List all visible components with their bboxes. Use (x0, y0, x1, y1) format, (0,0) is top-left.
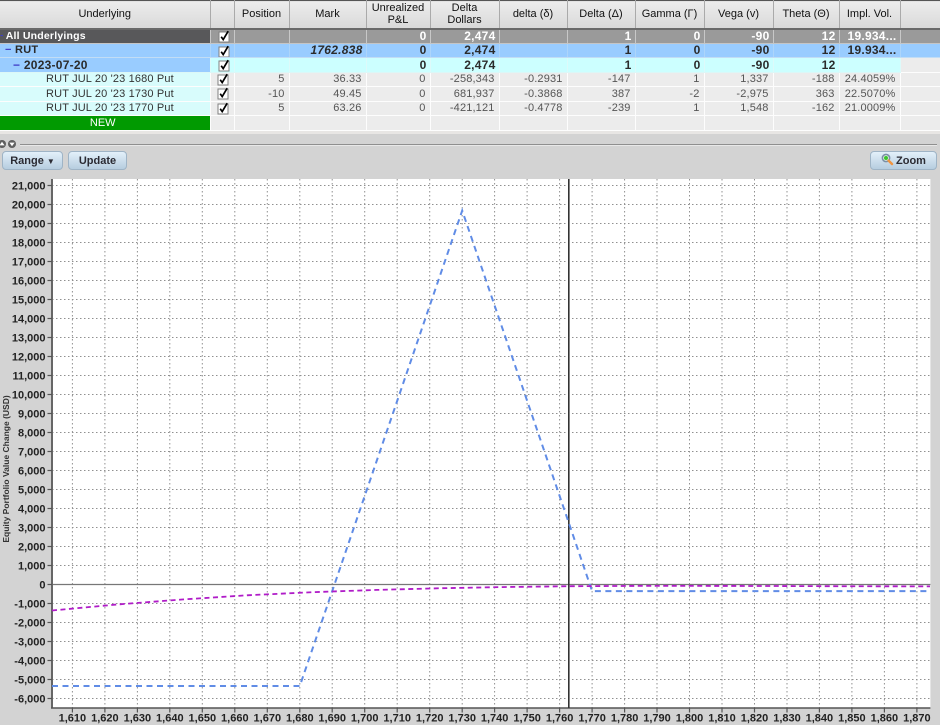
svg-text:1,640: 1,640 (156, 713, 184, 725)
svg-text:1,850: 1,850 (838, 713, 866, 725)
svg-text:-3,000: -3,000 (14, 637, 45, 649)
svg-text:1,750: 1,750 (513, 713, 541, 725)
svg-text:1,790: 1,790 (643, 713, 671, 725)
svg-text:17,000: 17,000 (12, 257, 46, 269)
svg-text:1,720: 1,720 (416, 713, 444, 725)
svg-text:-2,000: -2,000 (14, 618, 45, 630)
svg-text:1,000: 1,000 (18, 561, 46, 573)
svg-text:-1,000: -1,000 (14, 599, 45, 611)
svg-text:21,000: 21,000 (12, 181, 46, 193)
svg-text:14,000: 14,000 (12, 314, 46, 326)
svg-text:1,860: 1,860 (871, 713, 899, 725)
svg-text:-6,000: -6,000 (14, 694, 45, 706)
svg-text:1,620: 1,620 (91, 713, 119, 725)
svg-text:18,000: 18,000 (12, 238, 46, 250)
svg-text:12,000: 12,000 (12, 352, 46, 364)
svg-text:1,870: 1,870 (903, 713, 931, 725)
svg-text:1,610: 1,610 (59, 713, 87, 725)
svg-text:1,820: 1,820 (741, 713, 769, 725)
svg-text:1,680: 1,680 (286, 713, 314, 725)
svg-text:1,800: 1,800 (676, 713, 704, 725)
svg-text:1,630: 1,630 (124, 713, 152, 725)
svg-text:1,840: 1,840 (806, 713, 834, 725)
svg-text:0: 0 (39, 580, 45, 592)
svg-text:1,740: 1,740 (481, 713, 509, 725)
svg-text:Equity Portfolio Value Change: Equity Portfolio Value Change (USD) (1, 395, 11, 543)
svg-text:1,810: 1,810 (708, 713, 736, 725)
svg-text:2,000: 2,000 (18, 542, 46, 554)
svg-text:1,780: 1,780 (611, 713, 639, 725)
svg-text:1,700: 1,700 (351, 713, 379, 725)
svg-text:1,670: 1,670 (254, 713, 282, 725)
svg-text:11,000: 11,000 (12, 371, 45, 383)
svg-text:-5,000: -5,000 (14, 675, 45, 687)
svg-text:1,730: 1,730 (448, 713, 476, 725)
svg-text:8,000: 8,000 (18, 428, 46, 440)
svg-text:5,000: 5,000 (18, 485, 46, 497)
svg-text:1,660: 1,660 (221, 713, 249, 725)
svg-text:19,000: 19,000 (12, 219, 46, 231)
svg-text:-4,000: -4,000 (14, 656, 45, 668)
svg-text:16,000: 16,000 (12, 276, 46, 288)
svg-text:1,830: 1,830 (773, 713, 801, 725)
svg-text:10,000: 10,000 (12, 390, 46, 402)
svg-text:15,000: 15,000 (12, 295, 46, 307)
svg-text:1,760: 1,760 (546, 713, 574, 725)
svg-text:1,650: 1,650 (189, 713, 217, 725)
svg-text:13,000: 13,000 (12, 333, 46, 345)
svg-text:9,000: 9,000 (18, 409, 46, 421)
svg-text:7,000: 7,000 (18, 447, 46, 459)
svg-text:6,000: 6,000 (18, 466, 46, 478)
svg-text:1,690: 1,690 (318, 713, 346, 725)
svg-text:4,000: 4,000 (18, 504, 46, 516)
svg-text:1,770: 1,770 (578, 713, 606, 725)
svg-text:3,000: 3,000 (18, 523, 46, 535)
svg-text:1,710: 1,710 (383, 713, 411, 725)
svg-text:20,000: 20,000 (12, 200, 46, 212)
